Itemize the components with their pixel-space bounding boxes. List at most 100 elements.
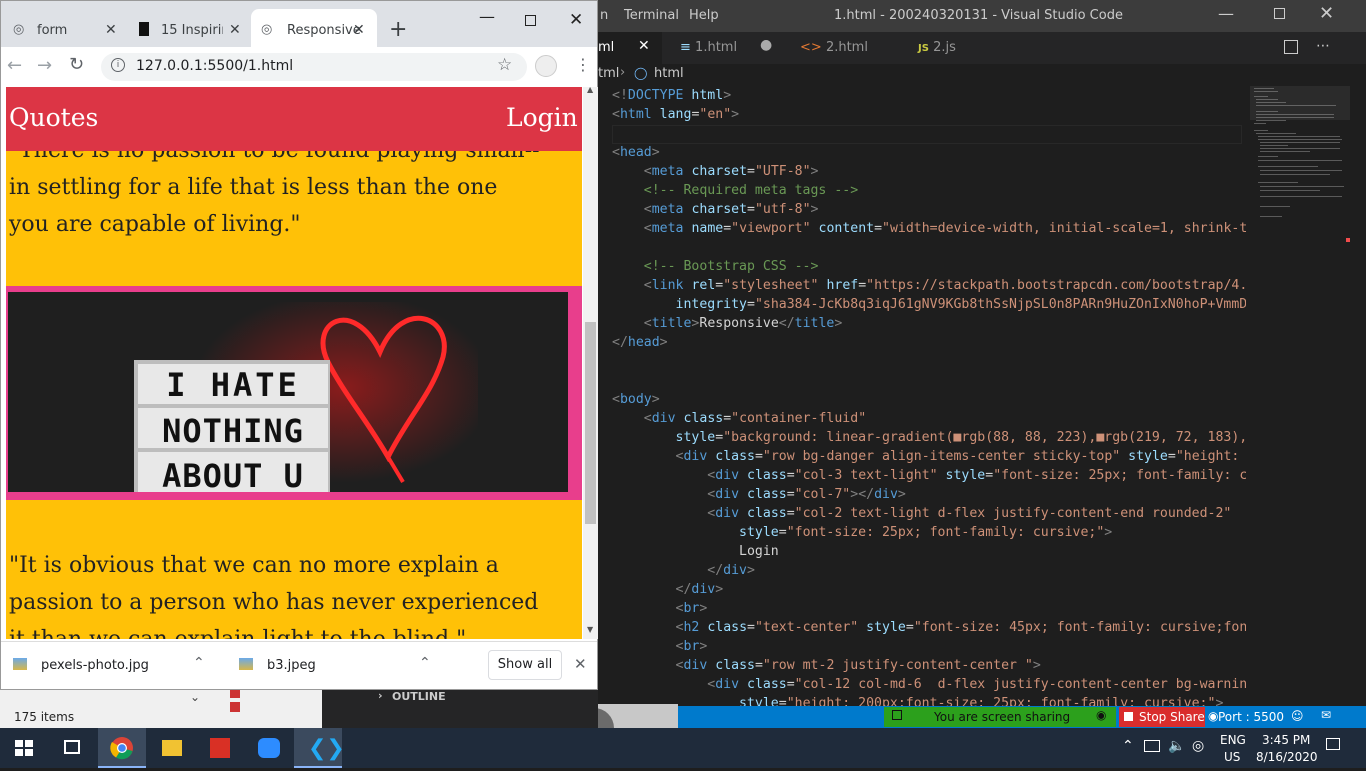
tab-inspiring[interactable]: 15 Inspiring ✕ — [129, 9, 247, 47]
stop-share-button[interactable]: Stop Share — [1119, 707, 1205, 727]
scroll-up-icon[interactable]: ▲ — [587, 85, 593, 94]
code-line[interactable]: <div class="col-3 text-light" style="fon… — [612, 466, 1246, 485]
live-server-port[interactable]: Port : 5500 — [1218, 710, 1284, 724]
code-line[interactable]: <head> — [612, 143, 660, 162]
code-line[interactable]: </div> — [612, 561, 755, 580]
minimize-icon[interactable]: — — [1218, 4, 1234, 23]
code-line[interactable]: <div class="col-12 col-md-6 d-flex justi… — [612, 675, 1246, 694]
close-window-icon[interactable]: ✕ — [569, 10, 583, 30]
code-line[interactable]: <br> — [612, 637, 708, 656]
close-icon[interactable]: ✕ — [574, 655, 587, 673]
battery-icon[interactable] — [1144, 740, 1160, 752]
download-item[interactable]: b3.jpeg ⌃ — [237, 648, 447, 684]
code-line[interactable]: <title>Responsive</title> — [612, 314, 843, 333]
bookmark-star-icon[interactable]: ☆ — [497, 55, 512, 75]
minimize-icon[interactable]: — — [479, 7, 495, 26]
code-line[interactable]: <meta name="viewport" content="width=dev… — [612, 219, 1246, 238]
code-line[interactable]: Login — [612, 542, 779, 561]
back-icon[interactable]: ← — [7, 55, 22, 76]
page-scrollbar[interactable]: ▲ ▼ — [583, 85, 598, 639]
code-line[interactable]: <body> — [612, 390, 660, 409]
tab-2-html[interactable]: <> 2.html — [790, 32, 900, 64]
menu-terminal[interactable]: Terminal — [624, 8, 679, 23]
clock-date[interactable]: 8/16/2020 — [1256, 750, 1318, 764]
chevron-right-icon[interactable]: › — [378, 689, 383, 702]
menu-selection[interactable]: n — [600, 8, 608, 23]
code-line[interactable]: <div class="row mt-2 justify-content-cen… — [612, 656, 1041, 675]
nav-brand[interactable]: Quotes — [9, 103, 98, 132]
code-editor[interactable]: <!DOCTYPE html> <html lang="en"> <head> <m… — [598, 86, 1246, 706]
close-icon[interactable]: ✕ — [1319, 3, 1334, 24]
outline-section[interactable]: OUTLINE — [392, 690, 446, 703]
code-line[interactable]: <div class="row bg-danger align-items-ce… — [612, 447, 1246, 466]
profile-avatar[interactable] — [535, 55, 557, 77]
code-line[interactable]: <meta charset="utf-8"> — [612, 200, 819, 219]
chevron-up-icon[interactable]: ⌃ — [193, 655, 205, 671]
vscode-taskbar-button[interactable]: ❮❯ — [294, 728, 345, 768]
chevron-up-icon[interactable]: ⌃ — [419, 655, 431, 671]
acrobat-button[interactable] — [196, 728, 244, 768]
forward-icon[interactable]: → — [37, 55, 52, 76]
code-line[interactable]: <div class="col-2 text-light d-flex just… — [612, 504, 1231, 523]
code-line[interactable]: <!-- Required meta tags --> — [612, 181, 858, 200]
chrome-taskbar-button[interactable] — [98, 728, 146, 768]
tab-form[interactable]: ◎ form ✕ — [7, 9, 123, 47]
code-line[interactable]: <!-- Bootstrap CSS --> — [612, 257, 819, 276]
lang-primary[interactable]: ENG — [1220, 733, 1246, 747]
more-menu-icon[interactable]: ⋮ — [575, 55, 591, 74]
clock-time[interactable]: 3:45 PM — [1262, 733, 1310, 747]
code-line[interactable]: </div> — [612, 580, 724, 599]
code-line[interactable]: <div class="container-fluid" — [612, 409, 866, 428]
code-line[interactable]: <br> — [612, 599, 708, 618]
close-icon[interactable]: ✕ — [353, 22, 365, 38]
volume-icon[interactable]: 🔈 — [1168, 738, 1185, 754]
menu-help[interactable]: Help — [689, 8, 719, 23]
code-line[interactable]: <!DOCTYPE html> — [612, 86, 731, 105]
tab-2-js[interactable]: JS 2.js — [908, 32, 998, 64]
split-editor-icon[interactable] — [1284, 40, 1298, 54]
code-line[interactable]: style="height: 200px;font-size: 25px; fo… — [612, 694, 1223, 706]
maximize-icon[interactable] — [525, 15, 536, 26]
scroll-thumb[interactable] — [585, 322, 596, 524]
close-icon[interactable]: ✕ — [105, 22, 117, 38]
code-line[interactable]: <link rel="stylesheet" href="https://sta… — [612, 276, 1246, 295]
maximize-icon[interactable] — [1274, 8, 1285, 19]
code-line[interactable]: <div class="col-7"></div> — [612, 485, 906, 504]
close-icon[interactable]: ✕ — [638, 38, 650, 54]
show-all-button[interactable]: Show all — [488, 650, 562, 680]
chevron-up-icon[interactable]: ⌃ — [1122, 738, 1134, 754]
scroll-down-icon[interactable]: ▼ — [587, 625, 593, 634]
code-line[interactable]: style="font-size: 25px; font-family: cur… — [612, 523, 1112, 542]
start-button[interactable] — [0, 728, 48, 768]
reload-icon[interactable]: ↻ — [69, 54, 84, 75]
feedback-icon[interactable]: ☺ — [1291, 709, 1304, 723]
zoom-button[interactable] — [244, 728, 292, 768]
notifications-icon[interactable] — [1326, 738, 1340, 750]
close-icon[interactable]: ✕ — [229, 22, 241, 38]
minimap[interactable] — [1250, 86, 1350, 246]
unsaved-dot-icon[interactable]: ● — [760, 37, 772, 53]
code-line[interactable]: style="background: linear-gradient(■rgb(… — [612, 428, 1246, 447]
info-icon[interactable]: i — [111, 58, 125, 72]
nav-login[interactable]: Login — [506, 103, 578, 132]
code-line[interactable]: integrity="sha384-JcKb8q3iqJ61gNV9KGb8th… — [612, 295, 1246, 314]
tab-responsive[interactable]: ◎ Responsive ✕ — [251, 9, 377, 47]
breadcrumb-file[interactable]: tml — [598, 66, 619, 81]
code-line[interactable]: <h2 class="text-center" style="font-size… — [612, 618, 1246, 637]
new-tab-button[interactable]: + — [389, 17, 407, 42]
code-line[interactable]: </head> — [612, 333, 668, 352]
task-view-button[interactable] — [48, 728, 96, 768]
code-line[interactable]: <meta charset="UTF-8"> — [612, 162, 819, 181]
notifications-icon[interactable]: ✉ — [1321, 708, 1331, 722]
tab-active[interactable]: ml ✕ — [598, 32, 662, 64]
breadcrumb-element[interactable]: html — [654, 66, 684, 81]
code-line[interactable]: <html lang="en"> — [612, 105, 739, 124]
lang-secondary[interactable]: US — [1224, 750, 1240, 764]
url-field[interactable]: i 127.0.0.1:5500/1.html ☆ — [101, 53, 527, 81]
pin-icon[interactable] — [892, 710, 902, 720]
more-actions-icon[interactable]: ⋯ — [1316, 38, 1330, 54]
chevron-down-icon[interactable]: ⌄ — [190, 690, 200, 704]
tab-1-html[interactable]: ≡ 1.html ● — [670, 32, 780, 64]
download-item[interactable]: pexels-photo.jpg ⌃ — [11, 648, 221, 684]
file-explorer-button[interactable] — [148, 728, 196, 768]
